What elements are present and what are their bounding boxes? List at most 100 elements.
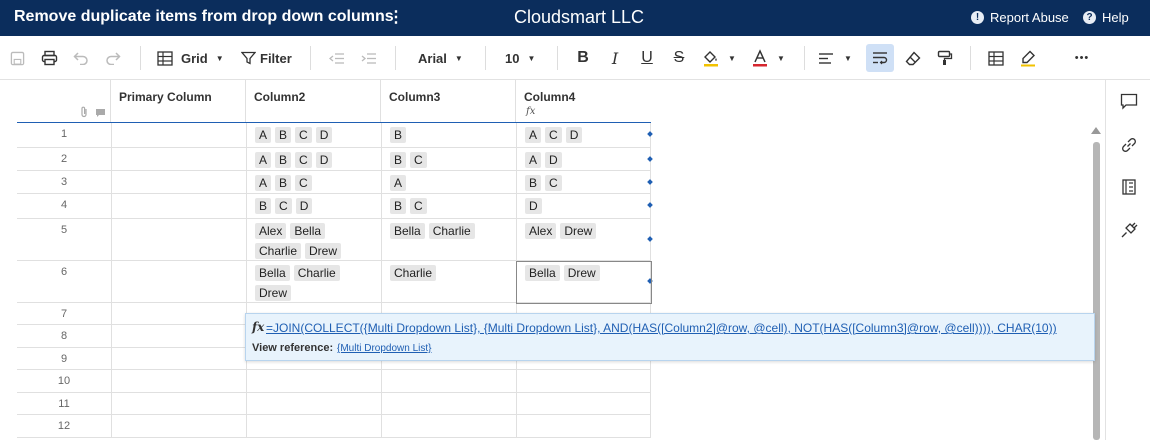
- dropdown-chip: Charlie: [255, 243, 302, 259]
- grid-cell[interactable]: [111, 393, 246, 414]
- table-row[interactable]: 3ABCABC: [17, 171, 653, 194]
- grid-cell[interactable]: [111, 171, 246, 193]
- highlighter-icon: [1021, 50, 1035, 66]
- grid-cell[interactable]: [111, 303, 246, 324]
- table-row[interactable]: 1 ABCD B ACD: [17, 123, 653, 148]
- dropdown-chip: B: [255, 198, 272, 214]
- grid-cell[interactable]: ABCD: [246, 148, 381, 170]
- help-link[interactable]: ? Help: [1083, 10, 1129, 25]
- column-header-column4[interactable]: Column4 fx: [516, 80, 651, 122]
- filter-button[interactable]: Filter: [241, 46, 295, 70]
- connections-plug-icon[interactable]: [1120, 221, 1138, 239]
- format-painter-button[interactable]: [934, 46, 956, 70]
- view-reference-link[interactable]: {Multi Dropdown List}: [337, 343, 432, 354]
- save-button[interactable]: [6, 46, 28, 70]
- table-row[interactable]: 12: [17, 415, 651, 438]
- card-view-button[interactable]: [985, 46, 1007, 70]
- underline-button[interactable]: U: [637, 46, 657, 70]
- vertical-scrollbar[interactable]: [1093, 142, 1100, 440]
- bold-button[interactable]: B: [573, 46, 593, 70]
- grid-cell[interactable]: BC: [381, 148, 516, 170]
- dropdown-chip: B: [390, 127, 407, 143]
- row-number: 1: [60, 128, 68, 140]
- italic-button[interactable]: I: [605, 46, 625, 70]
- align-button[interactable]: ▼: [818, 46, 858, 70]
- dropdown-chip: Drew: [255, 285, 292, 301]
- grid-cell[interactable]: Bella Charlie: [381, 219, 516, 260]
- grid-cell[interactable]: [111, 261, 246, 302]
- grid-cell[interactable]: ABC: [246, 171, 381, 193]
- grid-cell[interactable]: AD: [516, 148, 651, 170]
- conversations-icon[interactable]: [1120, 93, 1138, 111]
- grid-cell[interactable]: [246, 415, 381, 437]
- dropdown-chip: C: [295, 175, 312, 191]
- sheet-title[interactable]: Remove duplicate items from drop down co…: [14, 8, 394, 26]
- help-label: Help: [1102, 10, 1129, 25]
- grid-cell[interactable]: ACD: [516, 123, 651, 147]
- grid-cell[interactable]: B: [381, 123, 516, 147]
- sheet-menu-icon[interactable]: ⋮: [388, 7, 404, 27]
- table-row[interactable]: 2ABCDBCAD: [17, 148, 653, 171]
- scroll-up-arrow-icon[interactable]: [1091, 127, 1101, 134]
- grid-cell[interactable]: D: [516, 194, 651, 218]
- grid-cell[interactable]: [111, 194, 246, 218]
- grid-cell[interactable]: [111, 148, 246, 170]
- dropdown-chip: B: [390, 198, 407, 214]
- grid-cell[interactable]: [381, 415, 516, 437]
- grid-cell[interactable]: [516, 393, 651, 414]
- grid-cell[interactable]: [516, 370, 651, 392]
- table-row[interactable]: 10: [17, 370, 651, 393]
- grid-cell[interactable]: [381, 393, 516, 414]
- indent-button[interactable]: [358, 46, 380, 70]
- highlight-changes-button[interactable]: [1017, 46, 1039, 70]
- grid-cell[interactable]: Bella Charlie Drew: [246, 261, 381, 302]
- column-header-column3[interactable]: Column3: [381, 80, 516, 122]
- redo-button[interactable]: [102, 46, 124, 70]
- grid-cell[interactable]: [111, 348, 246, 369]
- more-options-button[interactable]: •••: [1067, 46, 1097, 70]
- summary-icon[interactable]: [1120, 178, 1138, 196]
- print-button[interactable]: [38, 46, 60, 70]
- grid-cell[interactable]: [111, 370, 246, 392]
- column-header-primary[interactable]: Primary Column: [111, 80, 246, 122]
- text-color-button[interactable]: ▼: [751, 46, 791, 70]
- formula-text[interactable]: =JOIN(COLLECT({Multi Dropdown List}, {Mu…: [266, 321, 1057, 335]
- dropdown-chip: C: [295, 152, 312, 168]
- fill-color-button[interactable]: ▼: [702, 46, 742, 70]
- grid-cell[interactable]: [111, 219, 246, 260]
- grid-cell[interactable]: BC: [516, 171, 651, 193]
- view-switcher[interactable]: Grid ▼: [157, 46, 227, 70]
- dropdown-chip: D: [545, 152, 562, 168]
- grid-cell[interactable]: [381, 370, 516, 392]
- grid-cell[interactable]: [246, 393, 381, 414]
- view-reference-label: View reference:: [252, 342, 334, 354]
- column-header-column2[interactable]: Column2: [246, 80, 381, 122]
- grid-cell[interactable]: Alex Drew: [516, 219, 651, 260]
- selected-cell[interactable]: [516, 261, 652, 304]
- grid-cell[interactable]: [111, 415, 246, 437]
- font-family-select[interactable]: Arial ▼: [418, 46, 468, 70]
- undo-button[interactable]: [70, 46, 92, 70]
- attachments-link-icon[interactable]: [1120, 136, 1138, 154]
- grid-cell[interactable]: [111, 123, 246, 147]
- table-row[interactable]: 11: [17, 393, 651, 415]
- table-row[interactable]: 4BCDBCD: [17, 194, 653, 219]
- outdent-button[interactable]: [326, 46, 348, 70]
- dropdown-chip: D: [295, 198, 313, 214]
- grid-cell[interactable]: BCD: [246, 194, 381, 218]
- grid-cell[interactable]: [111, 325, 246, 347]
- grid-cell[interactable]: Alex Bella Charlie Drew: [246, 219, 381, 260]
- grid-cell[interactable]: Charlie: [381, 261, 516, 302]
- grid-cell[interactable]: A: [381, 171, 516, 193]
- font-size-select[interactable]: 10 ▼: [505, 46, 541, 70]
- comment-icon: [95, 107, 106, 121]
- strikethrough-button[interactable]: S: [669, 46, 689, 70]
- report-abuse-link[interactable]: ! Report Abuse: [971, 10, 1069, 25]
- grid-cell[interactable]: [516, 415, 651, 437]
- clear-format-button[interactable]: [902, 46, 924, 70]
- grid-cell[interactable]: ABCD: [246, 123, 381, 147]
- wrap-text-button[interactable]: [866, 44, 894, 72]
- grid-cell[interactable]: BC: [381, 194, 516, 218]
- table-row[interactable]: 5 Alex Bella Charlie Drew Bella Charlie Alex Dre…: [17, 219, 653, 261]
- grid-cell[interactable]: [246, 370, 381, 392]
